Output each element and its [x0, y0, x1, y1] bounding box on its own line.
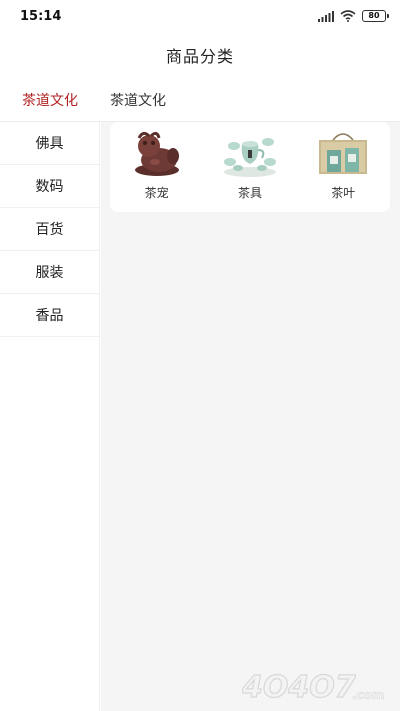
status-time: 15:14 — [20, 8, 62, 24]
product-label: 茶具 — [237, 186, 262, 200]
product-label: 茶叶 — [331, 186, 356, 200]
app-screen: 15:14 80 商品分类 茶道文化 茶道文化 佛具 数码 百货 服装 香品 茶… — [0, 0, 400, 711]
tea-pet-image — [129, 130, 185, 178]
page-title: 商品分类 — [165, 47, 234, 66]
watermark-logo: 4O4O7 .com — [240, 667, 392, 705]
title-bar: 商品分类 — [0, 32, 400, 78]
wifi-icon — [340, 7, 356, 26]
status-icons: 80 — [318, 7, 389, 26]
battery-icon: 80 — [362, 10, 389, 22]
sidebar-item-shu-ma[interactable]: 数码 — [0, 165, 99, 208]
signal-icon — [318, 7, 334, 26]
svg-text:.com: .com — [352, 688, 384, 702]
category-heading: 茶道文化 — [110, 92, 166, 109]
status-bar: 15:14 80 — [0, 0, 400, 32]
tea-leaves-image — [315, 130, 371, 178]
svg-text:4O4O7: 4O4O7 — [242, 670, 356, 705]
product-tea-set[interactable]: 茶具 — [210, 130, 290, 201]
sidebar-item-fo-ju[interactable]: 佛具 — [0, 122, 99, 165]
sidebar-item-bai-huo[interactable]: 百货 — [0, 208, 99, 251]
main-content: 茶宠 茶具 茶叶 4O4O7 .com — [101, 122, 400, 711]
subcategory-card: 茶宠 茶具 茶叶 — [110, 122, 390, 212]
product-tea-pet[interactable]: 茶宠 — [117, 130, 197, 201]
category-header-row: 茶道文化 茶道文化 — [0, 78, 400, 122]
sidebar-item-fu-zhuang[interactable]: 服装 — [0, 251, 99, 294]
product-label: 茶宠 — [144, 186, 169, 200]
tea-set-image — [222, 130, 278, 178]
sidebar-item-xiang-pin[interactable]: 香品 — [0, 294, 99, 337]
product-tea-leaves[interactable]: 茶叶 — [303, 130, 383, 201]
category-sidebar: 佛具 数码 百货 服装 香品 — [0, 122, 100, 711]
sidebar-item-selected[interactable]: 茶道文化 — [0, 78, 100, 122]
